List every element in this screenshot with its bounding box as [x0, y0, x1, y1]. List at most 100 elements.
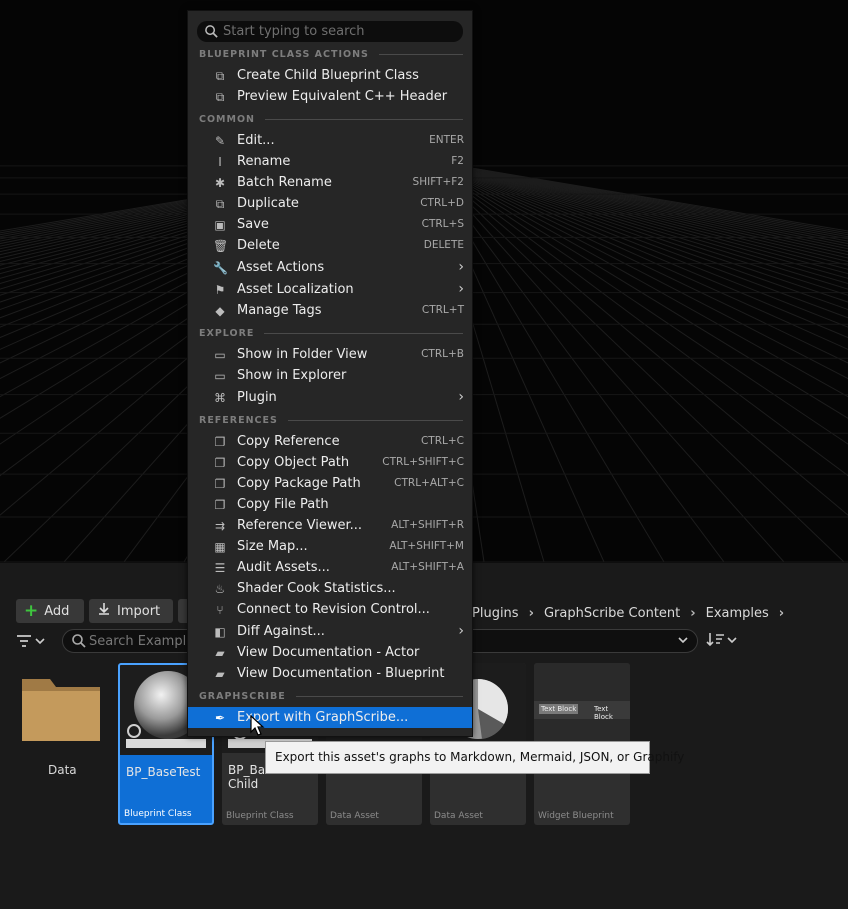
menu-item-connect-revision-control[interactable]: ⑂ Connect to Revision Control...	[188, 599, 472, 620]
tag-icon: ◆	[215, 304, 225, 318]
menu-item-copy-file-path[interactable]: ❐ Copy File Path	[188, 494, 472, 515]
menu-item-plugin[interactable]: ⌘ Plugin ›	[188, 387, 472, 408]
menu-item-shortcut: ALT+SHIFT+A	[391, 561, 464, 573]
book-icon: ▰	[215, 646, 225, 660]
asset-context-menu: Start typing to search BLUEPRINT CLASS A…	[187, 10, 473, 737]
import-label: Import	[117, 603, 161, 619]
reference-viewer-icon: ⇉	[214, 519, 226, 533]
section-header: BLUEPRINT CLASS ACTIONS	[199, 48, 463, 60]
flag-icon: ⚑	[214, 283, 226, 297]
import-icon	[97, 602, 111, 620]
menu-item-shortcut: ALT+SHIFT+M	[389, 540, 464, 552]
duplicate-icon: ⧉	[215, 197, 225, 211]
menu-item-audit-assets[interactable]: ☰ Audit Assets... ALT+SHIFT+A	[188, 557, 472, 578]
menu-item-asset-actions[interactable]: 🔧 Asset Actions ›	[188, 257, 472, 278]
asset-type: Data Asset	[330, 811, 379, 821]
menu-item-label: Connect to Revision Control...	[237, 602, 430, 617]
menu-item-shortcut: ALT+SHIFT+R	[391, 519, 464, 531]
copy-icon: ❐	[214, 456, 226, 470]
menu-item-label: Show in Folder View	[237, 347, 368, 362]
audit-icon: ☰	[214, 561, 226, 575]
menu-item-edit[interactable]: ✎ Edit... ENTER	[188, 130, 472, 151]
copy-icon: ❐	[214, 477, 226, 491]
menu-item-preview-cpp-header[interactable]: ⧉ Preview Equivalent C++ Header	[188, 86, 472, 107]
menu-item-label: Diff Against...	[237, 624, 325, 639]
menu-item-show-in-folder-view[interactable]: ▭ Show in Folder View CTRL+B	[188, 344, 472, 365]
menu-item-shortcut: CTRL+S	[421, 218, 464, 230]
breadcrumb: Plugins › GraphScribe Content › Examples…	[466, 601, 838, 625]
menu-item-save[interactable]: ▣ Save CTRL+S	[188, 214, 472, 235]
add-button[interactable]: + Add	[16, 599, 84, 623]
menu-item-label: View Documentation - Blueprint	[237, 666, 445, 681]
chevron-down-icon[interactable]	[677, 632, 689, 648]
shader-icon: ♨	[214, 582, 226, 596]
breadcrumb-item[interactable]: GraphScribe Content	[544, 606, 680, 621]
menu-item-label: Create Child Blueprint Class	[237, 68, 419, 83]
menu-item-delete[interactable]: 🗑 Delete DELETE	[188, 235, 472, 256]
menu-search-placeholder: Start typing to search	[223, 24, 365, 39]
menu-search-input[interactable]: Start typing to search	[197, 21, 463, 42]
menu-item-copy-package-path[interactable]: ❐ Copy Package Path CTRL+ALT+C	[188, 473, 472, 494]
folder-name: Data	[48, 763, 77, 777]
breadcrumb-item[interactable]: Plugins	[472, 606, 519, 621]
rename-icon: Ⅰ	[218, 155, 222, 169]
menu-item-copy-object-path[interactable]: ❐ Copy Object Path CTRL+SHIFT+C	[188, 452, 472, 473]
sort-icon	[706, 633, 737, 647]
menu-item-reference-viewer[interactable]: ⇉ Reference Viewer... ALT+SHIFT+R	[188, 515, 472, 536]
asset-name: BP_BaseTest	[126, 765, 201, 779]
menu-item-shortcut: CTRL+ALT+C	[394, 477, 464, 489]
menu-item-rename[interactable]: Ⅰ Rename F2	[188, 151, 472, 172]
menu-item-batch-rename[interactable]: ✱ Batch Rename SHIFT+F2	[188, 172, 472, 193]
chevron-right-icon[interactable]: ›	[779, 606, 784, 621]
menu-item-duplicate[interactable]: ⧉ Duplicate CTRL+D	[188, 193, 472, 214]
pencil-icon: ✎	[214, 134, 226, 148]
menu-item-label: Copy Object Path	[237, 455, 350, 470]
blueprint-icon: ⧉	[215, 90, 225, 104]
menu-item-export-graphscribe[interactable]: ✒ Export with GraphScribe...	[188, 707, 472, 728]
menu-item-label: Duplicate	[237, 196, 299, 211]
diff-icon: ◧	[214, 625, 226, 639]
menu-item-label: Reference Viewer...	[237, 518, 362, 533]
breadcrumb-item[interactable]: Examples	[706, 606, 769, 621]
plugin-icon: ⌘	[214, 391, 226, 405]
search-icon	[205, 25, 218, 38]
menu-item-shortcut: F2	[451, 155, 464, 167]
import-button[interactable]: Import	[89, 599, 173, 623]
copy-icon: ❐	[214, 498, 226, 512]
menu-item-asset-localization[interactable]: ⚑ Asset Localization ›	[188, 279, 472, 300]
menu-item-view-doc-blueprint[interactable]: ▰ View Documentation - Blueprint	[188, 663, 472, 684]
section-header: REFERENCES	[199, 414, 463, 426]
menu-item-copy-reference[interactable]: ❐ Copy Reference CTRL+C	[188, 431, 472, 452]
asset-search-placeholder: Search Examples	[89, 633, 201, 649]
menu-item-size-map[interactable]: ▦ Size Map... ALT+SHIFT+M	[188, 536, 472, 557]
menu-item-create-child-blueprint[interactable]: ⧉ Create Child Blueprint Class	[188, 65, 472, 86]
menu-item-label: Copy Reference	[237, 434, 340, 449]
section-header: GRAPHSCRIBE	[199, 690, 463, 702]
section-header: COMMON	[199, 113, 463, 125]
menu-item-label: Plugin	[237, 390, 277, 405]
menu-item-manage-tags[interactable]: ◆ Manage Tags CTRL+T	[188, 300, 472, 321]
menu-item-label: Audit Assets...	[237, 560, 330, 575]
menu-item-shader-cook-statistics[interactable]: ♨ Shader Cook Statistics...	[188, 578, 472, 599]
section-header: EXPLORE	[199, 327, 463, 339]
filter-button[interactable]	[16, 630, 56, 652]
book-icon: ▰	[215, 667, 225, 681]
menu-item-show-in-explorer[interactable]: ▭ Show in Explorer	[188, 365, 472, 386]
asterisk-icon: ✱	[214, 176, 226, 190]
menu-item-label: Manage Tags	[237, 303, 322, 318]
menu-item-label: Save	[237, 217, 269, 232]
menu-item-shortcut: CTRL+B	[421, 348, 464, 360]
menu-item-diff-against[interactable]: ◧ Diff Against... ›	[188, 621, 472, 642]
menu-item-label: Delete	[237, 238, 280, 253]
folder-search-icon: ▭	[214, 348, 226, 362]
filter-icon	[17, 635, 31, 647]
folder-icon[interactable]	[18, 673, 104, 745]
menu-item-shortcut: CTRL+T	[421, 304, 464, 316]
asset-thumbnail: Text Block Text Block	[534, 663, 630, 753]
sort-button[interactable]	[706, 630, 742, 652]
menu-item-view-doc-actor[interactable]: ▰ View Documentation - Actor	[188, 642, 472, 663]
copy-icon: ❐	[214, 435, 226, 449]
plus-icon: +	[24, 601, 39, 621]
chevron-right-icon: ›	[458, 281, 464, 297]
chevron-down-icon	[35, 638, 45, 645]
